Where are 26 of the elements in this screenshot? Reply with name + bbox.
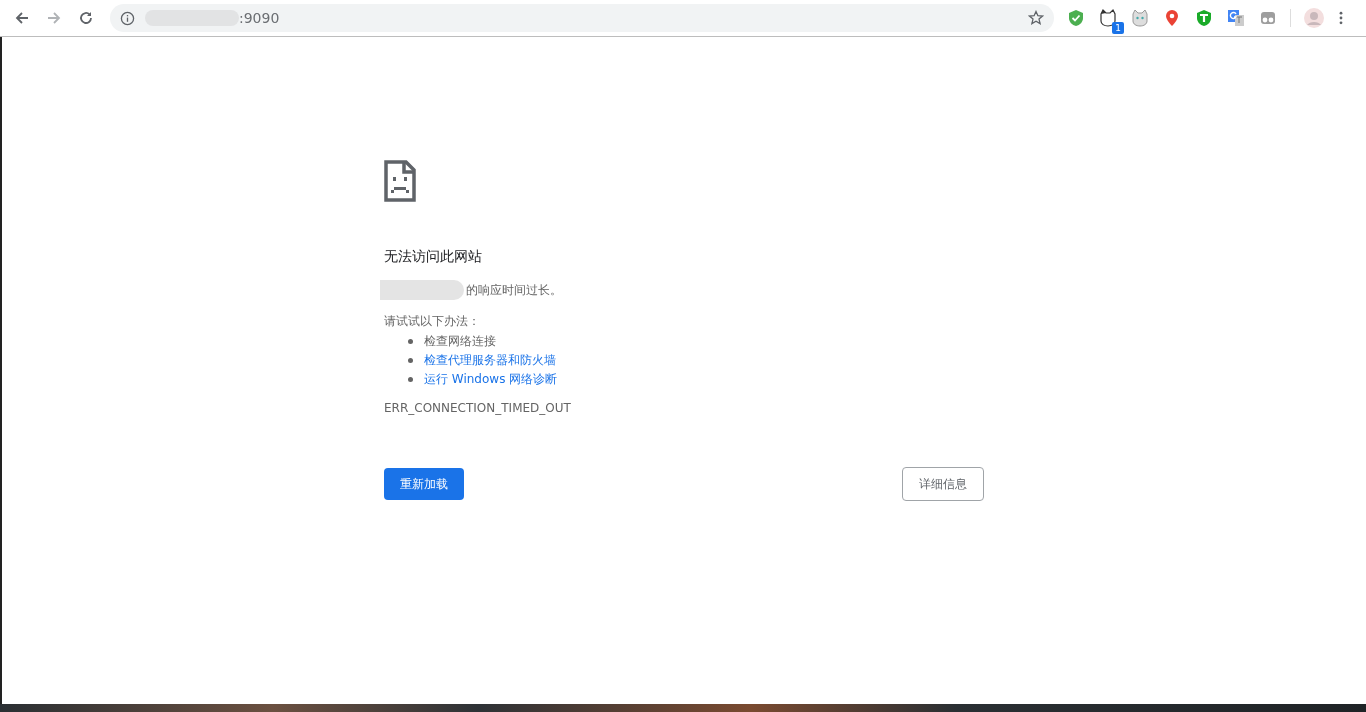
translate-icon[interactable] [1226,8,1246,28]
bullet-icon [408,339,413,344]
reload-icon[interactable] [78,10,94,26]
star-icon[interactable] [1028,10,1044,26]
error-title: 无法访问此网站 [384,248,483,266]
error-message: 的响应时间过长。 [466,281,562,299]
bullet-icon [408,358,413,363]
shield-icon[interactable] [1194,8,1214,28]
bullet-icon [408,377,413,382]
info-icon[interactable] [120,10,135,26]
url-text: :9090 [239,10,280,26]
suggestion-link[interactable]: 检查代理服务器和防火墙 [424,352,556,369]
suggestions-heading: 请试试以下办法： [384,313,481,330]
reload-button[interactable]: 重新加载 [384,468,464,500]
details-button[interactable]: 详细信息 [902,467,984,501]
error-code: ERR_CONNECTION_TIMED_OUT [384,401,572,415]
count-badge: 1 [1112,22,1124,34]
suggestion-link[interactable]: 运行 Windows 网络诊断 [424,371,558,388]
cat-icon[interactable] [1098,8,1118,28]
menu-icon[interactable] [1339,11,1343,25]
back-icon[interactable] [14,10,30,26]
address-bar[interactable]: :9090 [110,4,1054,32]
sad-page-icon [384,160,416,202]
forward-icon[interactable] [46,10,62,26]
suggestion-text: 检查网络连接 [424,333,496,350]
shield-icon[interactable] [1066,8,1086,28]
